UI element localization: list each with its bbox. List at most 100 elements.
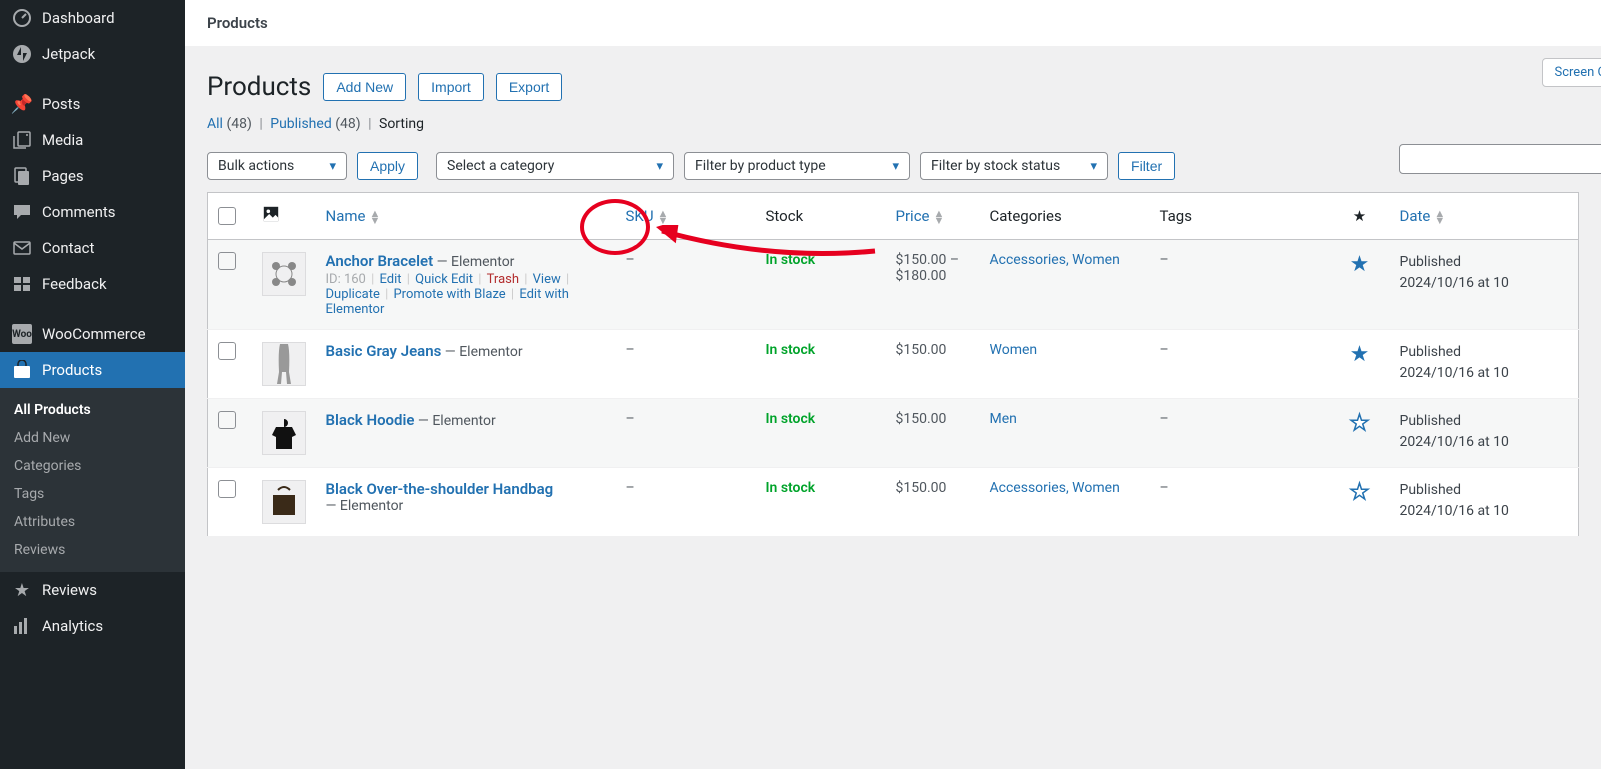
cell-tags: – (1150, 468, 1330, 537)
sidebar-label: Products (42, 361, 102, 379)
cell-stock: In stock (766, 411, 816, 427)
stock-status-filter-select[interactable]: Filter by stock status (920, 152, 1108, 180)
cell-stock: In stock (766, 480, 816, 496)
view-link[interactable]: View (533, 272, 561, 287)
column-image (252, 193, 316, 240)
promote-blaze-link[interactable]: Promote with Blaze (393, 287, 505, 302)
featured-star[interactable]: ★ (1330, 330, 1390, 399)
product-thumbnail[interactable] (262, 342, 306, 386)
export-button[interactable]: Export (496, 73, 562, 101)
sidebar-item-woocommerce[interactable]: WooWooCommerce (0, 316, 185, 352)
star-icon: ★ (12, 580, 32, 600)
product-name-link[interactable]: Anchor Bracelet (326, 252, 434, 270)
product-thumbnail[interactable] (262, 411, 306, 455)
sidebar-sub-add-new[interactable]: Add New (0, 424, 185, 452)
column-sku[interactable]: SKU▲▼ (616, 193, 756, 240)
filter-sorting-link[interactable]: Sorting (379, 116, 424, 132)
sort-icon: ▲▼ (1434, 210, 1445, 224)
sidebar-label: Feedback (42, 275, 107, 293)
bulk-actions-select[interactable]: Bulk actions (207, 152, 347, 180)
sidebar-label: WooCommerce (42, 325, 146, 343)
apply-button[interactable]: Apply (357, 152, 418, 180)
product-type-filter-select[interactable]: Filter by product type (684, 152, 910, 180)
media-icon (12, 130, 32, 150)
builder-tag: — Elementor (441, 344, 522, 360)
cell-price: $150.00 (886, 468, 980, 537)
row-checkbox[interactable] (218, 411, 236, 429)
column-name[interactable]: Name▲▼ (316, 193, 616, 240)
quick-edit-link[interactable]: Quick Edit (415, 272, 473, 287)
column-tags: Tags (1150, 193, 1330, 240)
products-table: Name▲▼ SKU▲▼ Stock Price▲▼ Categories Ta… (207, 192, 1579, 537)
sidebar-submenu: All Products Add New Categories Tags Att… (0, 388, 185, 572)
sidebar-item-reviews[interactable]: ★ Reviews (0, 572, 185, 608)
cell-categories[interactable]: Accessories, Women (990, 252, 1120, 268)
sidebar-item-jetpack[interactable]: Jetpack (0, 36, 185, 72)
duplicate-link[interactable]: Duplicate (326, 287, 380, 302)
table-row: Black Over-the-shoulder Handbag— Element… (208, 468, 1579, 537)
trash-link[interactable]: Trash (487, 272, 519, 287)
cell-sku: – (616, 240, 756, 330)
status-filter-links: All (48) | Published (48) | Sorting (207, 116, 1579, 148)
featured-star[interactable]: ★ (1330, 399, 1390, 468)
row-actions: ID: 160 | Edit | Quick Edit | Trash | Vi… (326, 272, 606, 317)
filter-button[interactable]: Filter (1118, 152, 1175, 180)
import-button[interactable]: Import (418, 73, 484, 101)
row-checkbox[interactable] (218, 480, 236, 498)
product-thumbnail[interactable] (262, 252, 306, 296)
sidebar-sub-tags[interactable]: Tags (0, 480, 185, 508)
cell-stock: In stock (766, 342, 816, 358)
sidebar-label: Reviews (42, 581, 97, 599)
cell-categories[interactable]: Men (990, 411, 1017, 427)
row-checkbox[interactable] (218, 342, 236, 360)
category-filter-select[interactable]: Select a category (436, 152, 674, 180)
product-thumbnail[interactable] (262, 480, 306, 524)
sidebar-sub-all-products[interactable]: All Products (0, 396, 185, 424)
cell-categories[interactable]: Accessories, Women (990, 480, 1120, 496)
sidebar-sub-categories[interactable]: Categories (0, 452, 185, 480)
cell-categories[interactable]: Women (990, 342, 1038, 358)
sidebar-item-posts[interactable]: 📌Posts (0, 86, 185, 122)
sidebar-item-products[interactable]: Products (0, 352, 185, 388)
product-name-link[interactable]: Black Hoodie (326, 411, 415, 429)
search-input[interactable] (1399, 144, 1601, 174)
cell-price: $150.00 (886, 399, 980, 468)
filter-published-link[interactable]: Published (48) (270, 116, 360, 132)
content-area: Screen Opt Products Add New Import Expor… (185, 46, 1601, 769)
sidebar-item-analytics[interactable]: Analytics (0, 608, 185, 644)
cell-tags: – (1150, 330, 1330, 399)
builder-tag: — Elementor (326, 498, 404, 514)
featured-star[interactable]: ★ (1330, 468, 1390, 537)
main-area: Products Screen Opt Products Add New Imp… (185, 0, 1601, 769)
filter-all-link[interactable]: All (48) (207, 116, 252, 132)
sort-icon: ▲▼ (369, 210, 380, 224)
chart-icon (12, 616, 32, 636)
feedback-icon (12, 274, 32, 294)
sidebar-item-contact[interactable]: Contact (0, 230, 185, 266)
sort-icon: ▲▼ (658, 210, 669, 224)
column-stock: Stock (756, 193, 886, 240)
cell-date: Published2024/10/16 at 10 (1390, 399, 1579, 468)
sidebar-item-pages[interactable]: Pages (0, 158, 185, 194)
select-all-checkbox[interactable] (218, 207, 236, 225)
dashboard-icon (12, 8, 32, 28)
sidebar-label: Contact (42, 239, 94, 257)
sidebar-item-feedback[interactable]: Feedback (0, 266, 185, 302)
column-date[interactable]: Date▲▼ (1390, 193, 1579, 240)
topbar: Products (185, 0, 1601, 46)
sidebar-item-media[interactable]: Media (0, 122, 185, 158)
jetpack-icon (12, 44, 32, 64)
sidebar-label: Media (42, 131, 83, 149)
featured-star[interactable]: ★ (1330, 240, 1390, 330)
screen-options-button[interactable]: Screen Opt (1542, 58, 1601, 87)
sidebar-sub-reviews[interactable]: Reviews (0, 536, 185, 564)
sidebar-sub-attributes[interactable]: Attributes (0, 508, 185, 536)
add-new-button[interactable]: Add New (323, 73, 406, 101)
edit-link[interactable]: Edit (379, 272, 401, 287)
sidebar-item-comments[interactable]: Comments (0, 194, 185, 230)
product-name-link[interactable]: Basic Gray Jeans (326, 342, 442, 360)
column-price[interactable]: Price▲▼ (886, 193, 980, 240)
row-checkbox[interactable] (218, 252, 236, 270)
sidebar-item-dashboard[interactable]: Dashboard (0, 0, 185, 36)
product-name-link[interactable]: Black Over-the-shoulder Handbag (326, 480, 554, 498)
